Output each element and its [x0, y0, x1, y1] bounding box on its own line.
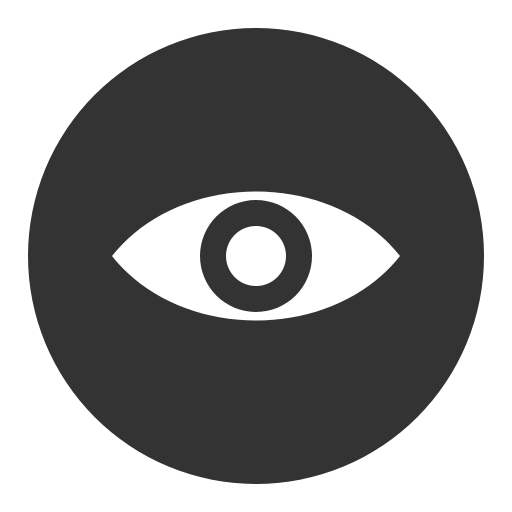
eye-pupil	[226, 226, 286, 286]
icon-canvas	[0, 0, 512, 512]
eye-icon	[28, 28, 484, 484]
